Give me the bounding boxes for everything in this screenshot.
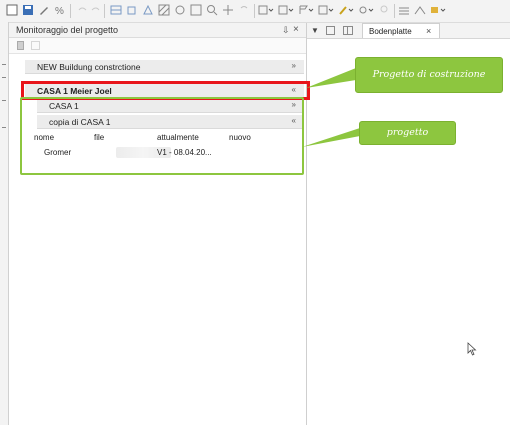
tab-label: Bodenplatte: [369, 27, 412, 36]
tab-bodenplatte[interactable]: Bodenplatte ×: [362, 23, 440, 38]
cursor-icon: [467, 342, 477, 356]
callout-project: progetto: [359, 121, 456, 145]
callout-construction-project: Progetto di costruzione: [355, 57, 503, 93]
callout-pointer-construction: [306, 68, 356, 88]
callout-pointer-project: [302, 128, 360, 147]
document-tab-bar: ▼ Bodenplatte ×: [307, 23, 510, 39]
split-view-icon[interactable]: [343, 26, 353, 35]
close-icon[interactable]: ×: [426, 26, 431, 36]
dropdown-icon[interactable]: ▼: [311, 26, 319, 35]
window-icon[interactable]: [326, 26, 335, 35]
